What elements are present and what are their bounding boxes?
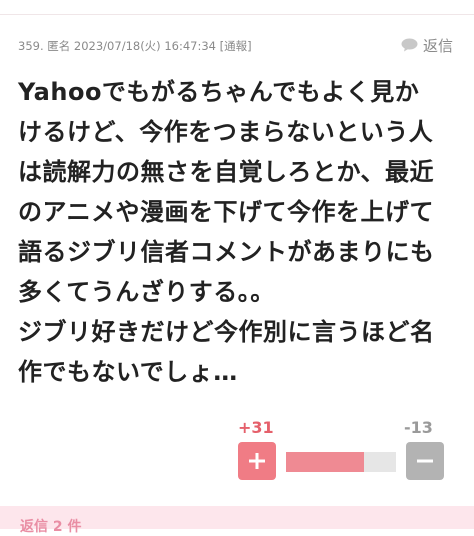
comment-line: ジブリ好きだけど今作別に言うほど名 xyxy=(18,318,435,346)
minus-icon xyxy=(417,459,433,463)
replies-section[interactable]: 返信 2 件 xyxy=(0,506,474,535)
speech-bubble-icon xyxy=(401,38,418,52)
reply-label: 返信 xyxy=(423,36,454,55)
comment-line: 多くてうんざりする。。 xyxy=(18,278,275,306)
report-link[interactable]: [通報] xyxy=(220,39,252,53)
comment-line: は読解力の無さを自覚しろとか、最近 xyxy=(18,158,435,186)
plus-vote-count: +31 xyxy=(238,418,274,437)
plus-vote-button[interactable] xyxy=(238,442,276,480)
reply-button[interactable]: 返信 xyxy=(401,35,453,55)
vote-ratio-bar xyxy=(286,452,396,472)
comment-meta: 359. 匿名 2023/07/18(火) 16:47:34 [通報] xyxy=(18,38,252,54)
minus-vote-count: -13 xyxy=(404,418,433,437)
previous-comment-edge xyxy=(0,0,474,15)
comment-line: のアニメや漫画を下げて今作を上げて xyxy=(18,198,435,226)
comment-header: 359. 匿名 2023/07/18(火) 16:47:34 xyxy=(18,39,216,53)
comment-line: 作でもないでしょ… xyxy=(18,358,238,386)
minus-vote-button[interactable] xyxy=(406,442,444,480)
vote-ratio-fill xyxy=(286,452,364,472)
replies-count-label: 返信 2 件 xyxy=(20,519,82,535)
comment-body: Yahooでもがるちゃんでもよく見か けるけど、今作をつまらないという人 は読解… xyxy=(18,72,464,392)
plus-icon xyxy=(249,453,265,469)
comment-line: Yahooでもがるちゃんでもよく見か xyxy=(18,78,420,106)
comment-line: 語るジブリ信者コメントがあまりにも xyxy=(18,238,435,266)
comment-line: けるけど、今作をつまらないという人 xyxy=(18,118,434,146)
